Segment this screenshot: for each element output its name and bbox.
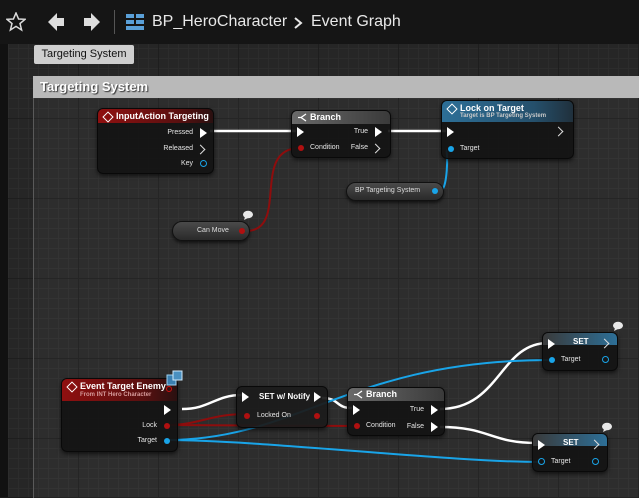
exec-pin-false[interactable] bbox=[431, 422, 438, 432]
branch-icon bbox=[298, 113, 307, 122]
bool-wire bbox=[245, 147, 301, 232]
object-pin-target[interactable] bbox=[164, 438, 170, 444]
node-header: Branch bbox=[348, 388, 444, 401]
pin-label-target: Target bbox=[561, 356, 581, 363]
exec-pin-false[interactable] bbox=[370, 143, 381, 154]
event-icon bbox=[102, 111, 114, 123]
variable-bp-targeting-system[interactable]: BP Targeting System bbox=[346, 182, 444, 201]
interface-event-icon bbox=[166, 370, 183, 386]
exec-pin-out[interactable] bbox=[164, 405, 171, 415]
pin-label-target: Target bbox=[137, 437, 157, 444]
branch-icon bbox=[354, 390, 363, 399]
pin-label-target: Target bbox=[551, 458, 571, 465]
node-header: Lock on Target Target is BP Targeting Sy… bbox=[442, 101, 573, 122]
node-header: InputAction Targeting bbox=[98, 109, 213, 123]
exec-pin-true[interactable] bbox=[431, 405, 438, 415]
pin-label-released: Released bbox=[163, 145, 193, 152]
pin-label-condition: Condition bbox=[366, 422, 396, 429]
node-event-target-enemy[interactable]: Event Target Enemy From INT Hero Charact… bbox=[61, 378, 178, 452]
bool-pin-out[interactable] bbox=[239, 228, 245, 234]
bool-pin-lock[interactable] bbox=[164, 423, 170, 429]
comment-bubble-icon[interactable] bbox=[242, 210, 254, 220]
pin-label-false: False bbox=[406, 423, 424, 430]
pin-label-target: Target bbox=[460, 145, 480, 152]
bool-pin-locked-on[interactable] bbox=[244, 413, 250, 419]
object-pin-target[interactable] bbox=[448, 146, 454, 152]
function-icon bbox=[446, 103, 458, 115]
exec-pin-pressed[interactable] bbox=[200, 128, 207, 138]
exec-wire bbox=[439, 341, 549, 411]
exec-pin-in[interactable] bbox=[447, 127, 454, 137]
exec-wire bbox=[439, 425, 538, 445]
node-title: SET bbox=[563, 438, 579, 447]
node-subtitle: From INT Hero Character bbox=[80, 392, 152, 398]
exec-pin-released[interactable] bbox=[195, 144, 206, 155]
exec-pin-in[interactable] bbox=[353, 405, 360, 415]
exec-pin-in[interactable] bbox=[538, 440, 545, 450]
node-branch-top[interactable]: Branch Condition True False bbox=[291, 110, 391, 158]
comment-bubble-icon[interactable] bbox=[601, 422, 613, 432]
node-inputaction-targeting[interactable]: InputAction Targeting Pressed Released K… bbox=[97, 108, 214, 174]
bool-pin-condition[interactable] bbox=[298, 145, 304, 151]
node-lock-on-target[interactable]: Lock on Target Target is BP Targeting Sy… bbox=[441, 100, 574, 159]
object-pin-target[interactable] bbox=[538, 458, 545, 465]
bool-pin-out[interactable] bbox=[314, 413, 320, 419]
event-icon bbox=[66, 381, 78, 393]
object-pin-out[interactable] bbox=[602, 356, 609, 363]
object-pin-out[interactable] bbox=[432, 188, 438, 194]
struct-pin-key[interactable] bbox=[200, 160, 207, 167]
object-pin-target[interactable] bbox=[549, 357, 555, 363]
exec-pin-in[interactable] bbox=[548, 339, 555, 349]
node-title: SET w/ Notify bbox=[259, 392, 311, 401]
exec-pin-out[interactable] bbox=[553, 126, 564, 137]
pin-label-true: True bbox=[409, 406, 424, 413]
exec-pin-in[interactable] bbox=[297, 127, 304, 137]
exec-pin-true[interactable] bbox=[375, 127, 382, 137]
pin-label-pressed: Pressed bbox=[167, 129, 193, 136]
bool-pin-condition[interactable] bbox=[354, 423, 360, 429]
node-branch-bottom[interactable]: Branch Condition True False bbox=[347, 387, 445, 436]
variable-can-move[interactable]: Can Move bbox=[172, 221, 250, 241]
node-subtitle: Target is BP Targeting System bbox=[460, 113, 547, 119]
node-set-with-notify[interactable]: SET w/ Notify Locked On bbox=[236, 386, 328, 428]
pin-label-condition: Condition bbox=[310, 144, 340, 151]
node-header: Branch bbox=[292, 111, 390, 124]
node-set-top[interactable]: SET Target bbox=[542, 332, 618, 371]
object-pin-out[interactable] bbox=[592, 458, 599, 465]
node-title: SET bbox=[573, 337, 589, 346]
pin-label-true: True bbox=[353, 128, 368, 135]
node-header: Event Target Enemy From INT Hero Charact… bbox=[62, 379, 177, 401]
node-set-bottom[interactable]: SET Target bbox=[532, 433, 608, 472]
bool-wire bbox=[165, 413, 247, 426]
pin-label-key: Key bbox=[180, 160, 193, 167]
pin-label-lock: Lock bbox=[142, 422, 157, 429]
object-wire bbox=[165, 439, 541, 463]
comment-bubble-icon[interactable] bbox=[612, 321, 624, 331]
exec-pin-in[interactable] bbox=[242, 392, 249, 402]
pin-label-locked-on: Locked On bbox=[257, 412, 291, 419]
delegate-pin[interactable] bbox=[166, 386, 172, 392]
exec-pin-out[interactable] bbox=[314, 392, 321, 402]
pin-label-false: False bbox=[350, 144, 368, 151]
exec-wire bbox=[181, 393, 243, 411]
